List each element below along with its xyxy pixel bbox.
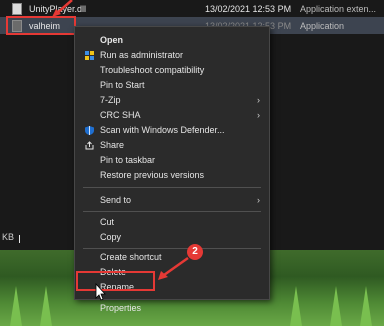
mouse-pointer-icon <box>95 282 106 301</box>
annotation-overlay <box>52 0 189 301</box>
arrow-to-valheim <box>52 0 73 17</box>
step-number-badge: 2 <box>187 244 203 260</box>
arrow-to-properties <box>158 256 189 280</box>
